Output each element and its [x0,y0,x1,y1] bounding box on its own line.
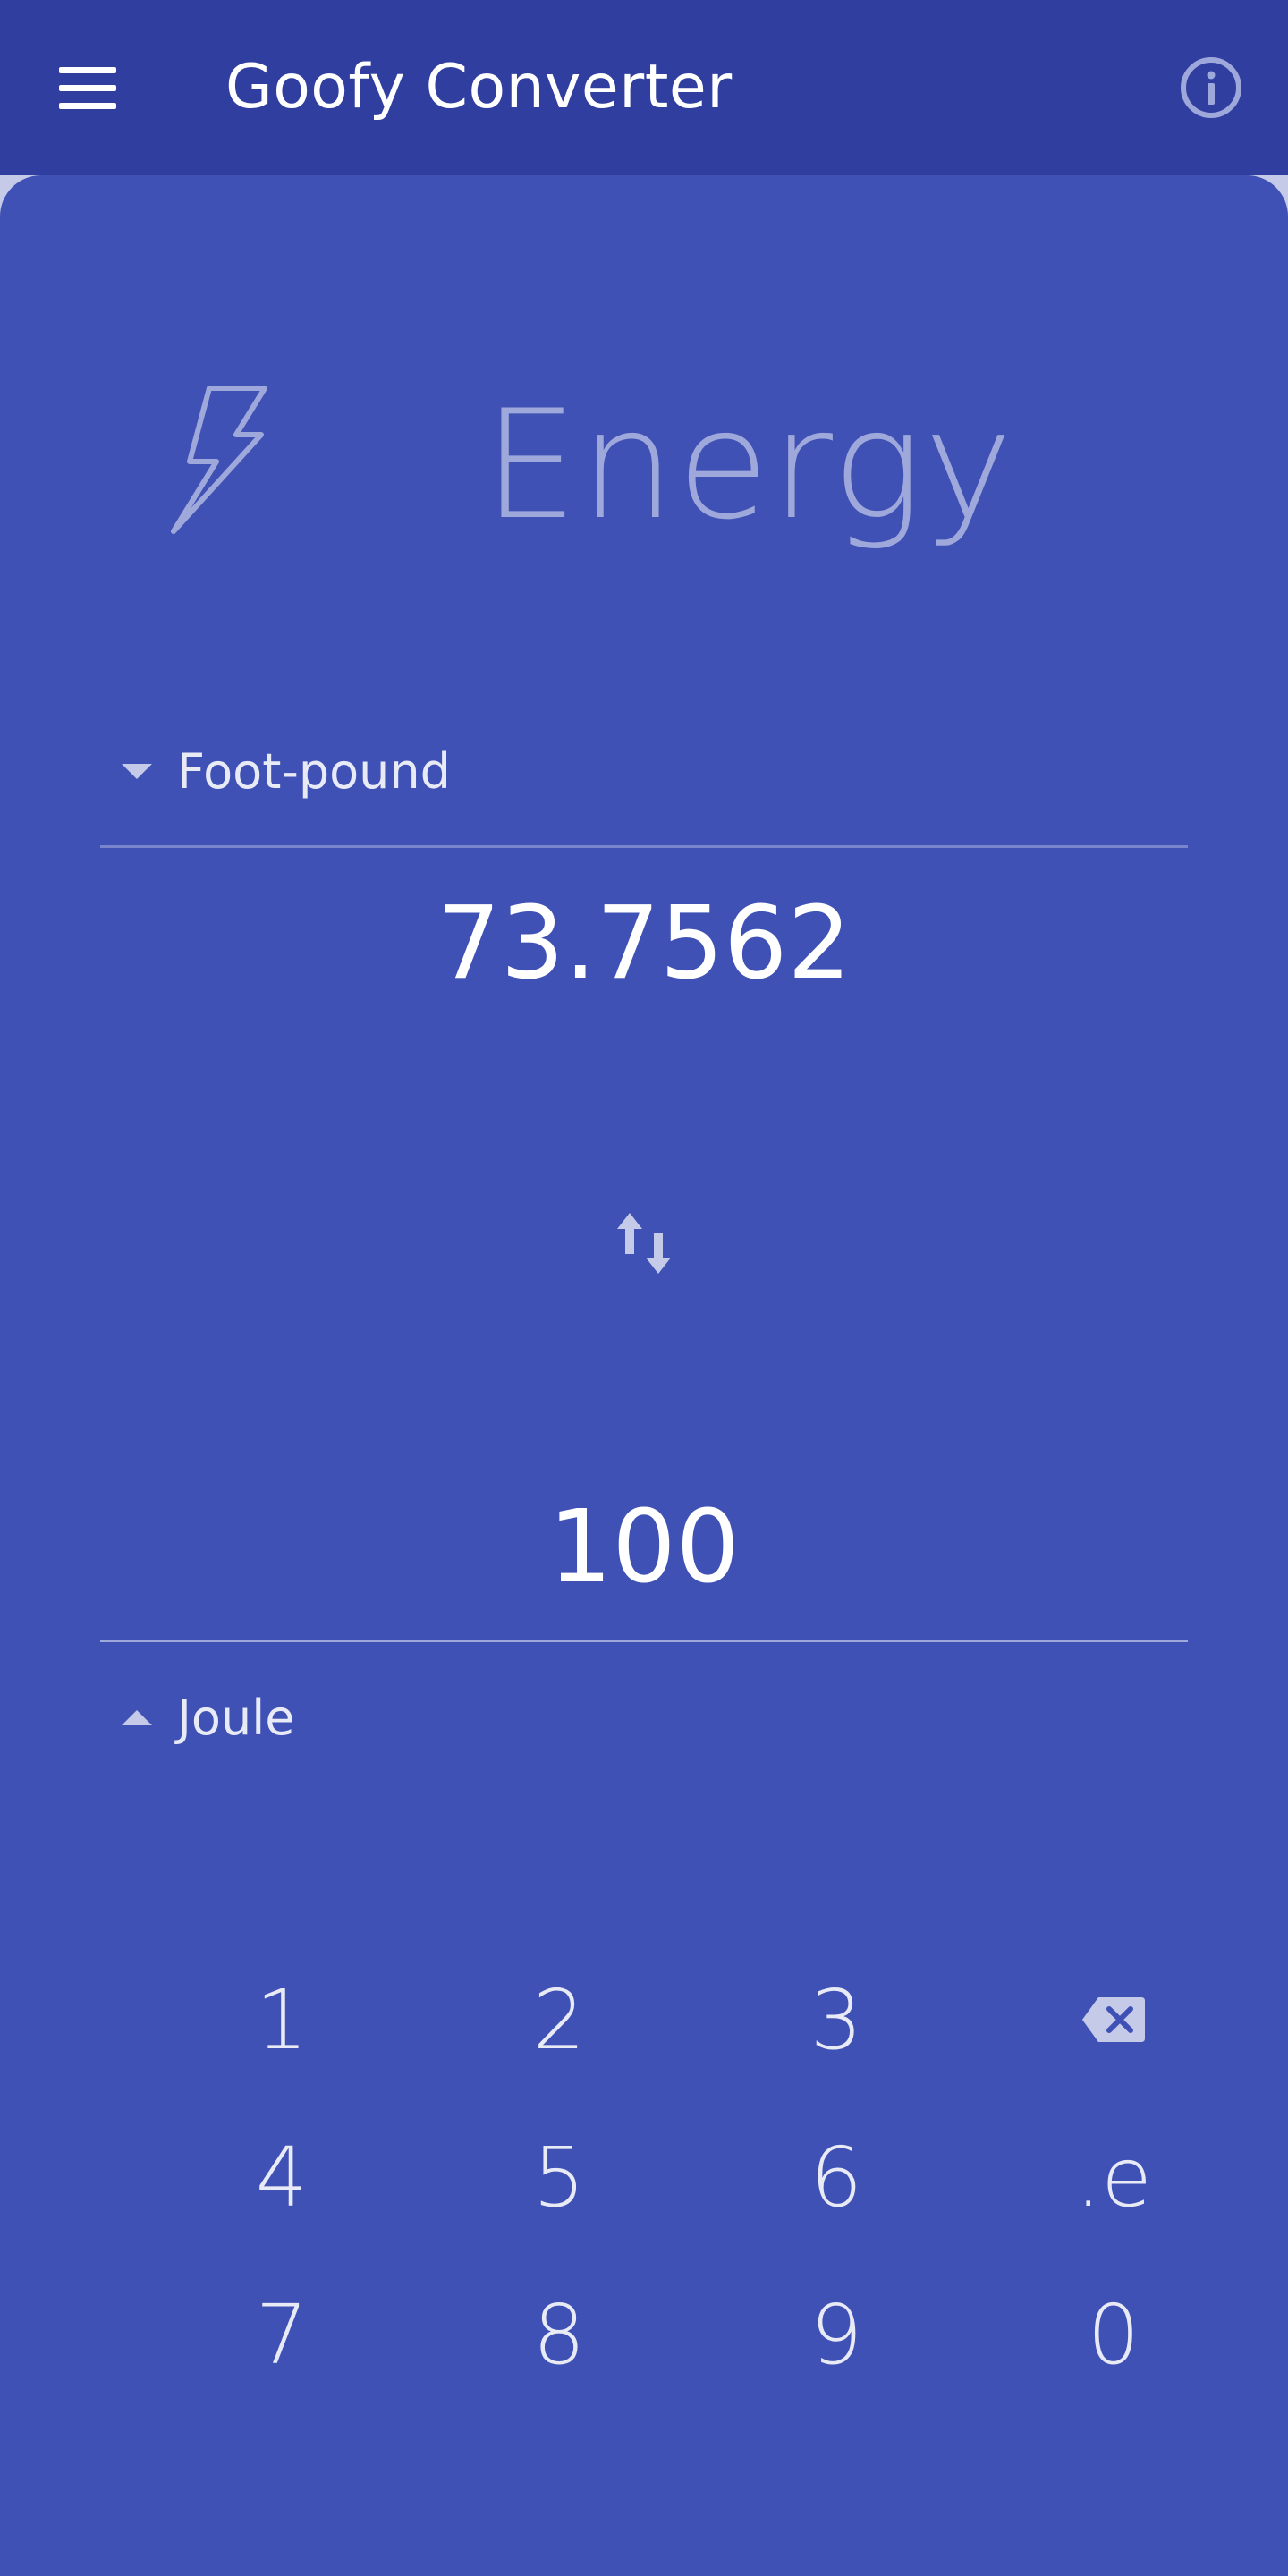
dropdown-arrow-icon [122,763,152,779]
key-5[interactable]: 5 [420,2098,698,2256]
key-2[interactable]: 2 [420,1941,698,2098]
key-9[interactable]: 9 [698,2256,975,2413]
bottom-value-field[interactable]: 100 [100,1485,1188,1610]
key-exponent[interactable]: .e [975,2098,1252,2256]
key-7[interactable]: 7 [143,2256,420,2413]
category-title: Energy [483,377,1015,553]
dropdown-arrow-icon [122,1709,152,1725]
backspace-button[interactable] [975,1941,1252,2098]
top-unit-label: Foot-pound [177,742,451,800]
key-4[interactable]: 4 [143,2098,420,2256]
swap-vertical-icon[interactable] [610,1209,678,1277]
key-3[interactable]: 3 [698,1941,975,2098]
lightning-bolt-icon [171,386,267,534]
top-unit-divider [100,845,1188,848]
keypad: 1 2 3 4 5 6 .e 7 8 9 0 [143,1941,1252,2442]
top-value-field[interactable]: 73.7562 [100,881,1188,1006]
key-8[interactable]: 8 [420,2256,698,2413]
bottom-unit-divider [100,1640,1188,1642]
bottom-unit-dropdown[interactable]: Joule [122,1682,294,1753]
key-6[interactable]: 6 [698,2098,975,2256]
key-0[interactable]: 0 [975,2256,1252,2413]
key-1[interactable]: 1 [143,1941,420,2098]
converter-content: Energy Foot-pound 73.7562 100 Joule 1 2 … [0,0,1288,2576]
bottom-unit-label: Joule [177,1689,295,1746]
top-unit-dropdown[interactable]: Foot-pound [122,735,451,807]
backspace-icon [1082,1997,1145,2042]
